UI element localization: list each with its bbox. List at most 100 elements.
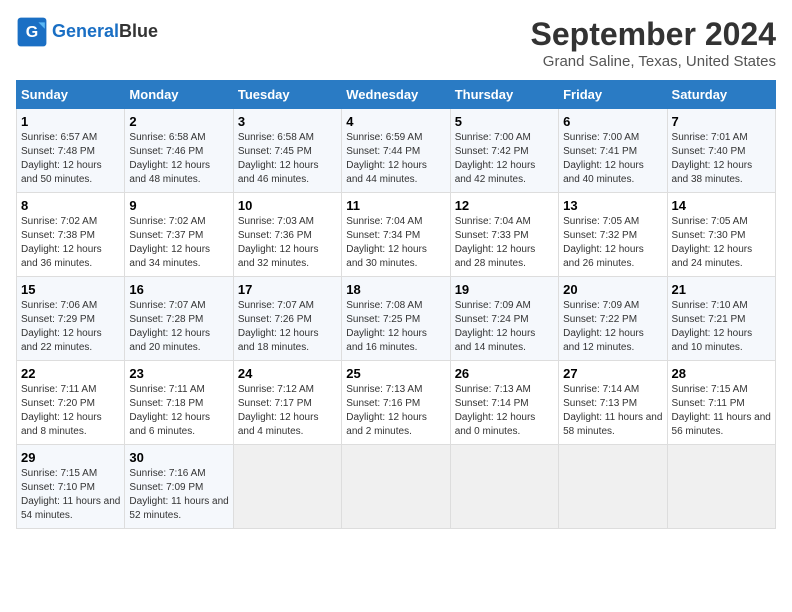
cell-info: Sunrise: 7:09 AMSunset: 7:24 PMDaylight:… bbox=[455, 300, 536, 353]
calendar-cell: 13 Sunrise: 7:05 AMSunset: 7:32 PMDaylig… bbox=[559, 193, 667, 277]
calendar-cell: 1 Sunrise: 6:57 AMSunset: 7:48 PMDayligh… bbox=[17, 109, 125, 193]
weekday-header: Monday bbox=[125, 81, 233, 109]
cell-info: Sunrise: 7:10 AMSunset: 7:21 PMDaylight:… bbox=[672, 300, 753, 353]
calendar-cell: 22 Sunrise: 7:11 AMSunset: 7:20 PMDaylig… bbox=[17, 361, 125, 445]
cell-info: Sunrise: 7:06 AMSunset: 7:29 PMDaylight:… bbox=[21, 300, 102, 353]
calendar-cell: 8 Sunrise: 7:02 AMSunset: 7:38 PMDayligh… bbox=[17, 193, 125, 277]
day-number: 10 bbox=[238, 198, 337, 213]
calendar-cell: 25 Sunrise: 7:13 AMSunset: 7:16 PMDaylig… bbox=[342, 361, 450, 445]
day-number: 21 bbox=[672, 282, 771, 297]
cell-info: Sunrise: 7:05 AMSunset: 7:30 PMDaylight:… bbox=[672, 216, 753, 269]
calendar-cell: 19 Sunrise: 7:09 AMSunset: 7:24 PMDaylig… bbox=[450, 277, 558, 361]
day-number: 24 bbox=[238, 366, 337, 381]
cell-info: Sunrise: 7:02 AMSunset: 7:38 PMDaylight:… bbox=[21, 216, 102, 269]
calendar-cell: 24 Sunrise: 7:12 AMSunset: 7:17 PMDaylig… bbox=[233, 361, 341, 445]
calendar-cell: 6 Sunrise: 7:00 AMSunset: 7:41 PMDayligh… bbox=[559, 109, 667, 193]
cell-info: Sunrise: 7:15 AMSunset: 7:10 PMDaylight:… bbox=[21, 468, 120, 521]
calendar-week-row: 15 Sunrise: 7:06 AMSunset: 7:29 PMDaylig… bbox=[17, 277, 776, 361]
calendar-cell: 14 Sunrise: 7:05 AMSunset: 7:30 PMDaylig… bbox=[667, 193, 775, 277]
calendar-cell: 18 Sunrise: 7:08 AMSunset: 7:25 PMDaylig… bbox=[342, 277, 450, 361]
calendar-cell: 26 Sunrise: 7:13 AMSunset: 7:14 PMDaylig… bbox=[450, 361, 558, 445]
day-number: 14 bbox=[672, 198, 771, 213]
calendar-cell: 5 Sunrise: 7:00 AMSunset: 7:42 PMDayligh… bbox=[450, 109, 558, 193]
cell-info: Sunrise: 7:12 AMSunset: 7:17 PMDaylight:… bbox=[238, 384, 319, 437]
calendar-cell: 23 Sunrise: 7:11 AMSunset: 7:18 PMDaylig… bbox=[125, 361, 233, 445]
cell-info: Sunrise: 7:08 AMSunset: 7:25 PMDaylight:… bbox=[346, 300, 427, 353]
calendar-cell: 9 Sunrise: 7:02 AMSunset: 7:37 PMDayligh… bbox=[125, 193, 233, 277]
day-number: 9 bbox=[129, 198, 228, 213]
calendar-header-row: SundayMondayTuesdayWednesdayThursdayFrid… bbox=[17, 81, 776, 109]
calendar-cell: 27 Sunrise: 7:14 AMSunset: 7:13 PMDaylig… bbox=[559, 361, 667, 445]
cell-info: Sunrise: 7:00 AMSunset: 7:41 PMDaylight:… bbox=[563, 132, 644, 185]
logo-icon: G bbox=[16, 16, 48, 48]
logo-text: GeneralBlue bbox=[52, 22, 158, 42]
day-number: 20 bbox=[563, 282, 662, 297]
day-number: 2 bbox=[129, 114, 228, 129]
cell-info: Sunrise: 6:58 AMSunset: 7:45 PMDaylight:… bbox=[238, 132, 319, 185]
calendar-cell bbox=[559, 445, 667, 529]
day-number: 12 bbox=[455, 198, 554, 213]
day-number: 15 bbox=[21, 282, 120, 297]
cell-info: Sunrise: 6:58 AMSunset: 7:46 PMDaylight:… bbox=[129, 132, 210, 185]
calendar-week-row: 22 Sunrise: 7:11 AMSunset: 7:20 PMDaylig… bbox=[17, 361, 776, 445]
day-number: 23 bbox=[129, 366, 228, 381]
weekday-header: Wednesday bbox=[342, 81, 450, 109]
calendar-cell: 7 Sunrise: 7:01 AMSunset: 7:40 PMDayligh… bbox=[667, 109, 775, 193]
day-number: 17 bbox=[238, 282, 337, 297]
svg-text:G: G bbox=[26, 24, 38, 41]
cell-info: Sunrise: 6:59 AMSunset: 7:44 PMDaylight:… bbox=[346, 132, 427, 185]
calendar-table: SundayMondayTuesdayWednesdayThursdayFrid… bbox=[16, 80, 776, 529]
cell-info: Sunrise: 7:01 AMSunset: 7:40 PMDaylight:… bbox=[672, 132, 753, 185]
month-title: September 2024 bbox=[531, 16, 776, 53]
day-number: 6 bbox=[563, 114, 662, 129]
calendar-cell bbox=[233, 445, 341, 529]
day-number: 3 bbox=[238, 114, 337, 129]
calendar-week-row: 8 Sunrise: 7:02 AMSunset: 7:38 PMDayligh… bbox=[17, 193, 776, 277]
day-number: 5 bbox=[455, 114, 554, 129]
calendar-cell: 4 Sunrise: 6:59 AMSunset: 7:44 PMDayligh… bbox=[342, 109, 450, 193]
title-block: September 2024 Grand Saline, Texas, Unit… bbox=[531, 16, 776, 70]
cell-info: Sunrise: 7:15 AMSunset: 7:11 PMDaylight:… bbox=[672, 384, 771, 437]
cell-info: Sunrise: 7:05 AMSunset: 7:32 PMDaylight:… bbox=[563, 216, 644, 269]
cell-info: Sunrise: 7:11 AMSunset: 7:18 PMDaylight:… bbox=[129, 384, 210, 437]
weekday-header: Thursday bbox=[450, 81, 558, 109]
day-number: 7 bbox=[672, 114, 771, 129]
calendar-cell: 21 Sunrise: 7:10 AMSunset: 7:21 PMDaylig… bbox=[667, 277, 775, 361]
calendar-cell: 30 Sunrise: 7:16 AMSunset: 7:09 PMDaylig… bbox=[125, 445, 233, 529]
cell-info: Sunrise: 7:13 AMSunset: 7:16 PMDaylight:… bbox=[346, 384, 427, 437]
calendar-cell: 17 Sunrise: 7:07 AMSunset: 7:26 PMDaylig… bbox=[233, 277, 341, 361]
weekday-header: Sunday bbox=[17, 81, 125, 109]
day-number: 11 bbox=[346, 198, 445, 213]
calendar-cell: 15 Sunrise: 7:06 AMSunset: 7:29 PMDaylig… bbox=[17, 277, 125, 361]
calendar-cell: 28 Sunrise: 7:15 AMSunset: 7:11 PMDaylig… bbox=[667, 361, 775, 445]
day-number: 28 bbox=[672, 366, 771, 381]
cell-info: Sunrise: 7:04 AMSunset: 7:33 PMDaylight:… bbox=[455, 216, 536, 269]
location-title: Grand Saline, Texas, United States bbox=[531, 53, 776, 70]
weekday-header: Tuesday bbox=[233, 81, 341, 109]
day-number: 30 bbox=[129, 450, 228, 465]
cell-info: Sunrise: 7:14 AMSunset: 7:13 PMDaylight:… bbox=[563, 384, 662, 437]
cell-info: Sunrise: 7:09 AMSunset: 7:22 PMDaylight:… bbox=[563, 300, 644, 353]
cell-info: Sunrise: 6:57 AMSunset: 7:48 PMDaylight:… bbox=[21, 132, 102, 185]
day-number: 4 bbox=[346, 114, 445, 129]
calendar-cell: 11 Sunrise: 7:04 AMSunset: 7:34 PMDaylig… bbox=[342, 193, 450, 277]
day-number: 8 bbox=[21, 198, 120, 213]
calendar-cell: 12 Sunrise: 7:04 AMSunset: 7:33 PMDaylig… bbox=[450, 193, 558, 277]
calendar-cell bbox=[450, 445, 558, 529]
cell-info: Sunrise: 7:02 AMSunset: 7:37 PMDaylight:… bbox=[129, 216, 210, 269]
page-header: G GeneralBlue September 2024 Grand Salin… bbox=[16, 16, 776, 70]
calendar-cell bbox=[667, 445, 775, 529]
day-number: 27 bbox=[563, 366, 662, 381]
calendar-week-row: 29 Sunrise: 7:15 AMSunset: 7:10 PMDaylig… bbox=[17, 445, 776, 529]
day-number: 19 bbox=[455, 282, 554, 297]
cell-info: Sunrise: 7:00 AMSunset: 7:42 PMDaylight:… bbox=[455, 132, 536, 185]
day-number: 29 bbox=[21, 450, 120, 465]
weekday-header: Saturday bbox=[667, 81, 775, 109]
cell-info: Sunrise: 7:13 AMSunset: 7:14 PMDaylight:… bbox=[455, 384, 536, 437]
cell-info: Sunrise: 7:07 AMSunset: 7:26 PMDaylight:… bbox=[238, 300, 319, 353]
cell-info: Sunrise: 7:07 AMSunset: 7:28 PMDaylight:… bbox=[129, 300, 210, 353]
calendar-cell: 2 Sunrise: 6:58 AMSunset: 7:46 PMDayligh… bbox=[125, 109, 233, 193]
cell-info: Sunrise: 7:04 AMSunset: 7:34 PMDaylight:… bbox=[346, 216, 427, 269]
calendar-cell: 20 Sunrise: 7:09 AMSunset: 7:22 PMDaylig… bbox=[559, 277, 667, 361]
day-number: 22 bbox=[21, 366, 120, 381]
